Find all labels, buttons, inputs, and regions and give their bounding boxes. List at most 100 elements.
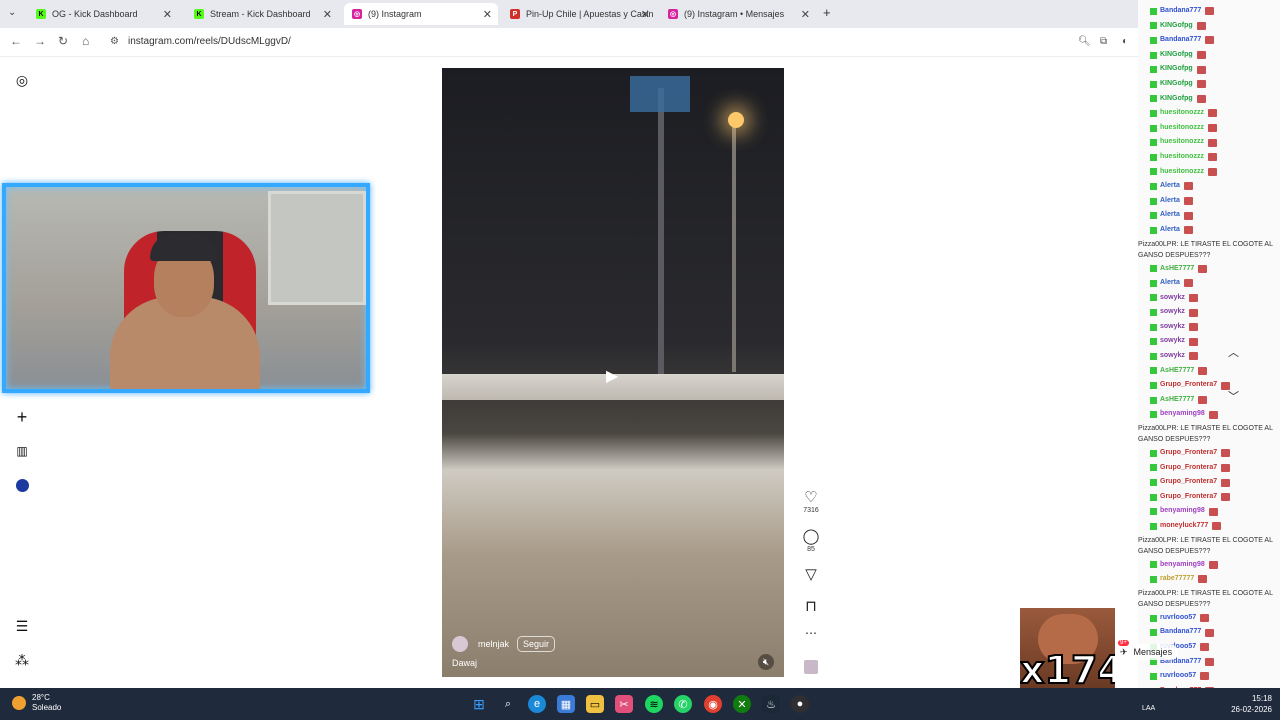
chat-badge-icon	[1150, 493, 1157, 501]
profile-avatar[interactable]	[14, 477, 30, 493]
comment-button[interactable]: ◯ 85	[800, 527, 822, 553]
close-icon[interactable]: ✕	[801, 8, 810, 21]
chat-username[interactable]: huesitonozzz	[1160, 106, 1204, 121]
back-icon[interactable]: ←	[10, 34, 22, 48]
tab-list-chevron-icon[interactable]: ⌄	[8, 7, 16, 18]
chat-username[interactable]: sowykz	[1160, 320, 1185, 335]
chat-username[interactable]: sowykz	[1160, 305, 1185, 320]
url-field[interactable]: instagram.com/reels/DUdscMLggvD/	[128, 36, 291, 47]
menu-icon[interactable]: ☰	[14, 618, 30, 634]
chat-username[interactable]: KINGofpg	[1160, 19, 1193, 34]
chat-username[interactable]: sowykz	[1160, 349, 1185, 364]
store-icon[interactable]: ▦	[557, 695, 575, 713]
author-avatar[interactable]	[452, 636, 468, 652]
edge-icon[interactable]: e	[528, 695, 546, 713]
chat-username[interactable]: Bandana777	[1160, 625, 1201, 640]
like-button[interactable]: ♡ 7316	[800, 488, 822, 514]
chat-username[interactable]: KINGofpg	[1160, 62, 1193, 77]
chat-username[interactable]: KINGofpg	[1160, 92, 1193, 107]
chat-username[interactable]: huesitonozzz	[1160, 150, 1204, 165]
chat-username[interactable]: Alerta	[1160, 179, 1180, 194]
home-icon[interactable]: ⌂	[82, 34, 89, 48]
chevron-down-icon[interactable]: ﹀	[1228, 388, 1239, 404]
forward-icon[interactable]: →	[34, 34, 46, 48]
follow-button[interactable]: Seguir	[517, 636, 556, 652]
zoom-icon[interactable]: 🔍︎	[1078, 36, 1091, 47]
audio-thumbnail[interactable]	[800, 660, 822, 678]
chat-message: Bandana777	[1138, 33, 1280, 48]
close-icon[interactable]: ✕	[163, 8, 172, 21]
windows-start-icon[interactable]: ⊞	[470, 695, 488, 713]
chat-username[interactable]: Grupo_Frontera7	[1160, 475, 1217, 490]
reload-icon[interactable]: ↻	[58, 34, 68, 48]
tab-instagram[interactable]: ◎ (9) Instagram ✕	[344, 3, 498, 25]
chat-username[interactable]: Grupo_Frontera7	[1160, 490, 1217, 505]
create-icon[interactable]: +	[14, 407, 30, 427]
spotify-icon[interactable]: ≋	[645, 695, 663, 713]
obs-icon[interactable]: ●	[791, 695, 809, 713]
chat-username[interactable]: AsHE7777	[1160, 393, 1194, 408]
file-explorer-icon[interactable]: ▭	[586, 695, 604, 713]
chat-username[interactable]: benyaming98	[1160, 504, 1205, 519]
chat-username[interactable]: Alerta	[1160, 276, 1180, 291]
steam-icon[interactable]: ♨	[762, 695, 780, 713]
chat-username[interactable]: Bandana777	[1160, 4, 1201, 19]
system-clock[interactable]: 15:18 26-02-2026	[1231, 693, 1272, 715]
chat-username[interactable]: Grupo_Frontera7	[1160, 461, 1217, 476]
play-icon[interactable]: ▶	[606, 366, 618, 386]
whatsapp-icon[interactable]: ✆	[674, 695, 692, 713]
chat-username[interactable]: KINGofpg	[1160, 77, 1193, 92]
more-options-icon[interactable]: ⋯	[800, 626, 822, 640]
also-from-meta-icon[interactable]: ⁂	[14, 652, 30, 668]
weather-widget[interactable]: 28°C Soleado	[12, 693, 61, 713]
tab-stream-kick-dashboard[interactable]: K Stream - Kick Dashboard ✕	[186, 3, 338, 25]
chat-username[interactable]: AsHE7777	[1160, 262, 1194, 277]
xbox-icon[interactable]: ✕	[733, 695, 751, 713]
new-tab-icon[interactable]: +	[823, 5, 831, 20]
chat-username[interactable]: Alerta	[1160, 223, 1180, 238]
close-icon[interactable]: ✕	[323, 8, 332, 21]
chat-username[interactable]: ruvrlooo57	[1160, 669, 1196, 684]
search-icon[interactable]: ⌕	[499, 695, 517, 713]
chat-badge-icon	[1150, 153, 1157, 161]
chat-username[interactable]: rabe77777	[1160, 572, 1194, 587]
reel-video[interactable]: ▶ melnjak Seguir Dawaj 🔇︎	[442, 68, 784, 677]
chrome-icon[interactable]: ◉	[704, 695, 722, 713]
save-icon[interactable]: ⊓	[800, 597, 822, 615]
close-icon[interactable]: ✕	[483, 8, 492, 21]
chat-username[interactable]: benyaming98	[1160, 407, 1205, 422]
chat-badge-icon	[1150, 7, 1157, 15]
chat-username[interactable]: Alerta	[1160, 208, 1180, 223]
chat-username[interactable]: Grupo_Frontera7	[1160, 378, 1217, 393]
browser-tab-bar: ⌄ K OG - Kick Dashboard ✕ K Stream - Kic…	[0, 0, 1138, 28]
instagram-logo-icon[interactable]: ◎	[14, 72, 30, 88]
site-info-icon[interactable]: ⚙	[110, 36, 119, 47]
snipping-tool-icon[interactable]: ✂	[615, 695, 633, 713]
incognito-icon[interactable]: ◐	[1122, 36, 1128, 47]
mute-icon[interactable]: 🔇︎	[758, 654, 774, 670]
chevron-up-icon[interactable]: ︿	[1228, 344, 1239, 360]
chat-username[interactable]: Grupo_Frontera7	[1160, 446, 1217, 461]
chat-username[interactable]: moneyluck777	[1160, 519, 1208, 534]
tray-lang[interactable]: LAA	[1142, 705, 1155, 712]
tab-instagram-mensajes[interactable]: ◎ (9) Instagram • Mensajes ✕	[660, 3, 816, 25]
messages-pill[interactable]: ✈ 9+ Mensajes	[1114, 640, 1179, 660]
chat-username[interactable]: benyaming98	[1160, 558, 1205, 573]
install-app-icon[interactable]: ⧉	[1100, 36, 1107, 47]
chat-username[interactable]: Bandana777	[1160, 33, 1201, 48]
close-icon[interactable]: ✕	[641, 8, 650, 21]
author-username[interactable]: melnjak	[478, 639, 509, 649]
chat-username[interactable]: Alerta	[1160, 194, 1180, 209]
chat-username[interactable]: huesitonozzz	[1160, 165, 1204, 180]
chat-username[interactable]: sowykz	[1160, 291, 1185, 306]
chat-username[interactable]: huesitonozzz	[1160, 121, 1204, 136]
tab-pinup[interactable]: P Pin-Up Chile | Apuestas y Casin ✕	[502, 3, 656, 25]
chat-username[interactable]: sowykz	[1160, 334, 1185, 349]
chat-username[interactable]: huesitonozzz	[1160, 135, 1204, 150]
chat-username[interactable]: AsHE7777	[1160, 364, 1194, 379]
dashboard-icon[interactable]: ▥	[14, 443, 30, 459]
chat-username[interactable]: ruvrlooo57	[1160, 611, 1196, 626]
share-icon[interactable]: ▽	[800, 565, 822, 583]
tab-og-kick-dashboard[interactable]: K OG - Kick Dashboard ✕	[28, 3, 178, 25]
chat-username[interactable]: KINGofpg	[1160, 48, 1193, 63]
